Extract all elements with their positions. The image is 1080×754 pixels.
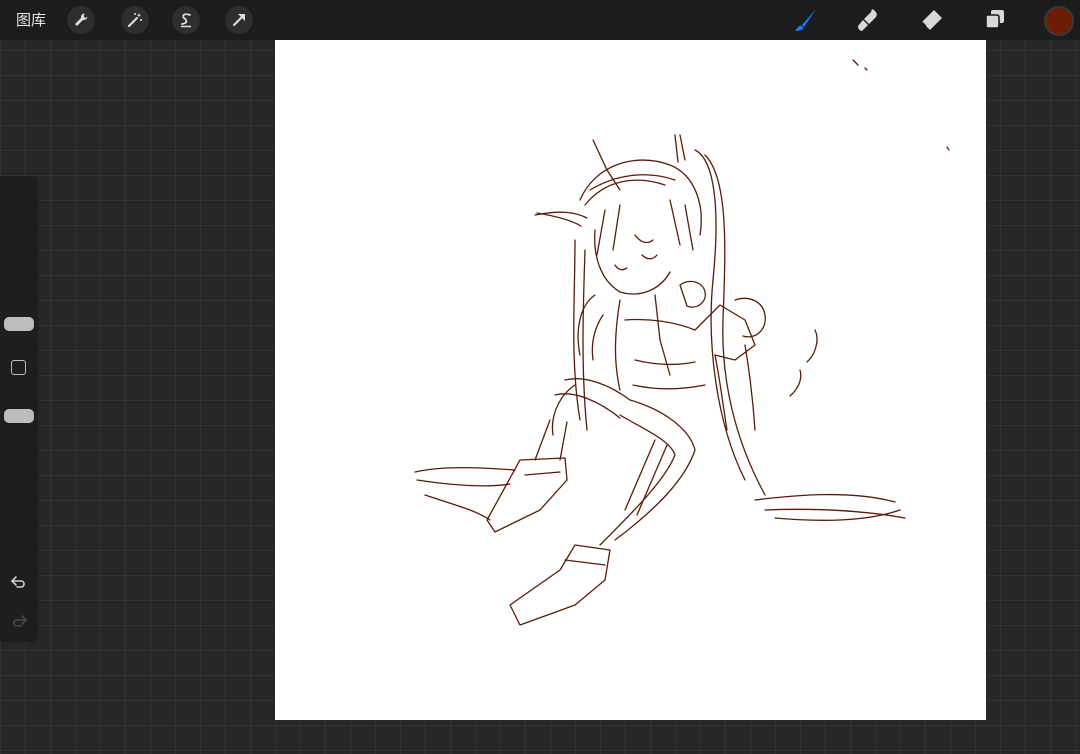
color-swatch[interactable] <box>1044 6 1074 36</box>
top-toolbar: 图库 <box>0 0 1080 40</box>
layers-icon[interactable] <box>979 4 1011 36</box>
gallery-button[interactable]: 图库 <box>16 10 46 30</box>
character-sketch <box>414 59 950 626</box>
left-sidebar <box>0 176 38 642</box>
redo-icon[interactable] <box>8 610 30 632</box>
selection-s-icon[interactable] <box>172 6 200 34</box>
drawing-canvas[interactable] <box>275 40 986 720</box>
magic-wand-icon[interactable] <box>121 6 149 34</box>
smudge-icon[interactable] <box>852 4 884 36</box>
undo-icon[interactable] <box>8 571 30 593</box>
wrench-icon[interactable] <box>67 6 95 34</box>
modify-square-icon[interactable] <box>11 360 26 375</box>
brush-size-slider[interactable] <box>4 317 34 331</box>
opacity-slider[interactable] <box>4 409 34 423</box>
brush-icon[interactable] <box>790 4 822 36</box>
transform-arrow-icon[interactable] <box>225 6 253 34</box>
eraser-icon[interactable] <box>915 4 947 36</box>
